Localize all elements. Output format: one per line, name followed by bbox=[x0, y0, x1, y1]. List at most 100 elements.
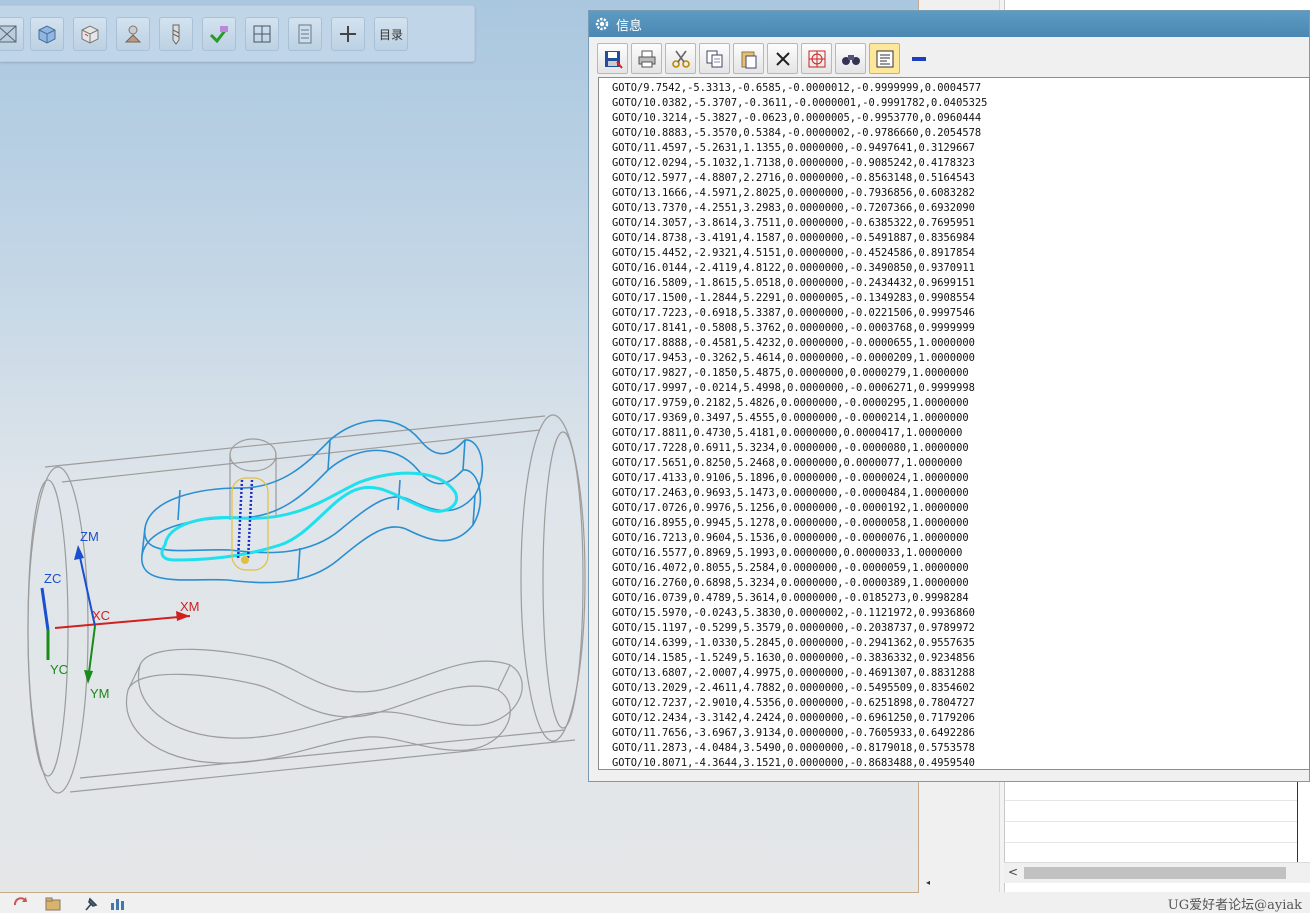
delete-x-icon bbox=[775, 51, 790, 66]
goto-line: GOTO/17.8811,0.4730,5.4181,0.0000000,0.0… bbox=[612, 427, 963, 439]
section-view-button[interactable] bbox=[0, 17, 24, 51]
save-button[interactable] bbox=[597, 43, 628, 74]
wrap-text-button[interactable] bbox=[869, 43, 900, 74]
find-button[interactable] bbox=[835, 43, 866, 74]
axis-label-xc: XC bbox=[92, 608, 110, 623]
axis-label-ym: YM bbox=[90, 686, 110, 701]
goto-line: GOTO/11.4597,-5.2631,1.1355,0.0000000,-0… bbox=[612, 142, 975, 154]
printer-icon bbox=[638, 50, 655, 67]
goto-line: GOTO/14.3057,-3.8614,3.7511,0.0000000,-0… bbox=[612, 217, 975, 229]
model-icon bbox=[124, 25, 142, 43]
goto-line: GOTO/16.0144,-2.4119,4.8122,0.0000000,-0… bbox=[612, 262, 975, 274]
axis-label-xm: XM bbox=[180, 599, 200, 614]
info-dialog: 信息 GOTO/9.7542,-5.3313,-0.6585,-0.000001… bbox=[588, 10, 1310, 782]
dialog-title-bar[interactable]: 信息 bbox=[589, 11, 1309, 37]
list-row[interactable] bbox=[1005, 780, 1297, 801]
axis-label-zc: ZC bbox=[44, 571, 61, 586]
paste-button[interactable] bbox=[733, 43, 764, 74]
verify-button[interactable] bbox=[202, 17, 236, 51]
goto-line: GOTO/13.1666,-4.5971,2.8025,0.0000000,-0… bbox=[612, 187, 975, 199]
goto-line: GOTO/13.7370,-4.2551,3.2983,0.0000000,-0… bbox=[612, 202, 975, 214]
list-icon bbox=[298, 24, 312, 44]
goto-line: GOTO/17.1500,-1.2844,5.2291,0.0000005,-0… bbox=[612, 292, 975, 304]
goto-line: GOTO/10.8883,-5.3570,0.5384,-0.0000002,-… bbox=[612, 127, 982, 139]
copy-button[interactable] bbox=[699, 43, 730, 74]
list-view-button[interactable] bbox=[288, 17, 322, 51]
add-button[interactable] bbox=[331, 17, 365, 51]
goto-line: GOTO/17.8141,-0.5808,5.3762,0.0000000,-0… bbox=[612, 322, 975, 334]
goto-line: GOTO/16.5809,-1.8615,5.0518,0.0000000,-0… bbox=[612, 277, 975, 289]
goto-line: GOTO/12.5977,-4.8807,2.2716,0.0000000,-0… bbox=[612, 172, 975, 184]
goto-line: GOTO/17.8888,-0.4581,5.4232,0.0000000,-0… bbox=[612, 337, 975, 349]
collapse-arrow-icon[interactable]: ◂ bbox=[926, 878, 930, 887]
goto-line: GOTO/12.0294,-5.1032,1.7138,0.0000000,-0… bbox=[612, 157, 975, 169]
tool-view-button[interactable] bbox=[159, 17, 193, 51]
catalog-button[interactable]: 目录 bbox=[374, 17, 408, 51]
goto-line: GOTO/10.8071,-4.3644,3.1521,0.0000000,-0… bbox=[612, 757, 975, 769]
grid-icon bbox=[253, 25, 271, 43]
column-divider bbox=[1297, 780, 1298, 864]
goto-line: GOTO/11.7656,-3.6967,3.9134,0.0000000,-0… bbox=[612, 727, 975, 739]
forum-watermark: UG爱好者论坛@ayiak bbox=[1167, 898, 1302, 913]
shaded-cube-icon bbox=[38, 25, 56, 44]
wireframe-view-button[interactable] bbox=[73, 17, 107, 51]
scroll-left-icon[interactable]: < bbox=[1008, 865, 1018, 879]
goto-line: GOTO/14.1585,-1.5249,5.1630,0.0000000,-0… bbox=[612, 652, 975, 664]
dialog-title: 信息 bbox=[616, 18, 643, 34]
goto-line: GOTO/17.7228,0.6911,5.3234,0.0000000,-0.… bbox=[612, 442, 969, 454]
goto-line: GOTO/17.5651,0.8250,5.2468,0.0000000,0.0… bbox=[612, 457, 963, 469]
goto-line: GOTO/17.9369,0.3497,5.4555,0.0000000,-0.… bbox=[612, 412, 969, 424]
cut-button[interactable] bbox=[665, 43, 696, 74]
pin-icon[interactable] bbox=[82, 895, 100, 911]
goto-line: GOTO/14.6399,-1.0330,5.2845,0.0000000,-0… bbox=[612, 637, 975, 649]
view-toolbar: 目录 bbox=[0, 5, 475, 62]
plus-icon bbox=[340, 26, 356, 42]
list-row[interactable] bbox=[1005, 801, 1297, 822]
shaded-view-button[interactable] bbox=[30, 17, 64, 51]
chart-icon[interactable] bbox=[108, 895, 126, 911]
refresh-icon[interactable] bbox=[12, 895, 30, 911]
cutting-tool bbox=[231, 477, 269, 571]
scroll-thumb[interactable] bbox=[1024, 867, 1286, 879]
goto-line: GOTO/16.0739,0.4789,5.3614,0.0000000,-0.… bbox=[612, 592, 969, 604]
goto-line: GOTO/17.9453,-0.3262,5.4614,0.0000000,-0… bbox=[612, 352, 975, 364]
goto-line: GOTO/15.4452,-2.9321,4.5151,0.0000000,-0… bbox=[612, 247, 975, 259]
target-icon bbox=[808, 50, 825, 67]
delete-button[interactable] bbox=[767, 43, 798, 74]
horizontal-scrollbar[interactable]: < bbox=[1004, 862, 1310, 883]
verify-check-icon bbox=[209, 26, 229, 44]
info-text-area[interactable]: GOTO/9.7542,-5.3313,-0.6585,-0.0000012,-… bbox=[598, 77, 1310, 770]
gear-icon bbox=[595, 17, 609, 31]
goto-line: GOTO/13.6807,-2.0007,4.9975,0.0000000,-0… bbox=[612, 667, 975, 679]
print-button[interactable] bbox=[631, 43, 662, 74]
goto-line: GOTO/17.9997,-0.0214,5.4998,0.0000000,-0… bbox=[612, 382, 975, 394]
minimize-button[interactable] bbox=[903, 43, 934, 74]
goto-line: GOTO/13.2029,-2.4611,4.7882,0.0000000,-0… bbox=[612, 682, 975, 694]
status-bar bbox=[0, 893, 1310, 912]
tool-icon bbox=[172, 24, 180, 45]
grid-view-button[interactable] bbox=[245, 17, 279, 51]
list-row[interactable] bbox=[1005, 843, 1297, 864]
goto-line: GOTO/17.2463,0.9693,5.1473,0.0000000,-0.… bbox=[612, 487, 969, 499]
folder-icon[interactable] bbox=[44, 895, 62, 911]
goto-line: GOTO/16.4072,0.8055,5.2584,0.0000000,-0.… bbox=[612, 562, 969, 574]
goto-line: GOTO/16.8955,0.9945,5.1278,0.0000000,-0.… bbox=[612, 517, 969, 529]
find-target-button[interactable] bbox=[801, 43, 832, 74]
goto-line: GOTO/11.2873,-4.0484,3.5490,0.0000000,-0… bbox=[612, 742, 975, 754]
scissors-icon bbox=[671, 50, 690, 68]
wrap-text-icon bbox=[876, 50, 893, 67]
goto-line: GOTO/17.9827,-0.1850,5.4875,0.0000000,0.… bbox=[612, 367, 969, 379]
goto-line: GOTO/10.3214,-5.3827,-0.0623,0.0000005,-… bbox=[612, 112, 982, 124]
axis-label-zm: ZM bbox=[80, 529, 99, 544]
goto-line: GOTO/16.2760,0.6898,5.3234,0.0000000,-0.… bbox=[612, 577, 969, 589]
list-row[interactable] bbox=[1005, 822, 1297, 843]
paste-icon bbox=[741, 51, 756, 68]
model-view-button[interactable] bbox=[116, 17, 150, 51]
axis-label-yc: YC bbox=[50, 662, 68, 677]
binoculars-icon bbox=[841, 54, 860, 65]
section-view-icon bbox=[0, 25, 17, 43]
goto-line: GOTO/15.1197,-0.5299,5.3579,0.0000000,-0… bbox=[612, 622, 975, 634]
goto-line: GOTO/15.5970,-0.0243,5.3830,0.0000002,-0… bbox=[612, 607, 975, 619]
goto-line: GOTO/9.7542,-5.3313,-0.6585,-0.0000012,-… bbox=[612, 82, 982, 94]
goto-line: GOTO/10.0382,-5.3707,-0.3611,-0.0000001,… bbox=[612, 97, 988, 109]
